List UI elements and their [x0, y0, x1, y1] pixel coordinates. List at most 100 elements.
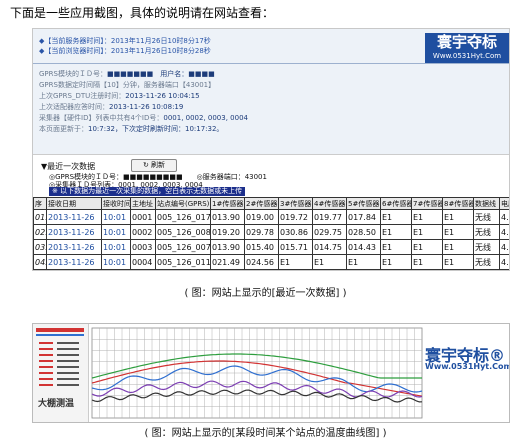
info-line: 本页面更新于：10:7:32，下次定时刷新时间：10:17:32。 [39, 125, 224, 133]
info-line: 上次GPRS_DTU注册时间：2013-11-26 10:04:15 [39, 92, 200, 100]
table-cell: 10:01 [101, 209, 131, 225]
column-header: 序 [33, 197, 47, 210]
caption-temperature-curve: ( 图：网站上显示的[某段时间某个站点的温度曲线图] ) [144, 428, 387, 439]
table-cell: 4.3 [499, 254, 509, 270]
logo-url: Www.0531Hyt.Com [425, 362, 510, 371]
table-cell: 029.78 [244, 224, 279, 240]
table-cell: 014.75 [312, 239, 347, 255]
table-cell: 2013-11-26 [46, 254, 102, 270]
column-header: 主地址 [130, 197, 156, 210]
info-line: GPRS数据定时间隔【10】分钟，服务器端口【43001】 [39, 81, 216, 89]
column-header: 2#传感器 [244, 197, 279, 210]
table-cell: 无线 [473, 224, 500, 240]
table-cell: 10:01 [101, 254, 131, 270]
table-cell: E1 [346, 254, 381, 270]
table-cell: E1 [411, 239, 443, 255]
table-cell: 019.00 [244, 209, 279, 225]
table-cell: E1 [380, 224, 412, 240]
table-cell: 005_126_017 [155, 209, 211, 225]
side-panel: 大棚测温 [33, 324, 89, 422]
table-cell: E1 [442, 254, 474, 270]
status-panel: ◆【当前服务器时间】：2013年11月26日10时8分17秒 ◆【当前浏览器时间… [33, 29, 509, 154]
info-line: 上次适配器应答时间：2013-11-26 10:08:19 [39, 103, 184, 111]
logo: 寰宇夺标 Www.0531Hyt.Com [425, 33, 509, 63]
table-cell: 2013-11-26 [46, 224, 102, 240]
logo-name: 寰宇夺标 [436, 33, 497, 51]
column-header: 5#传感器 [346, 197, 381, 210]
table-cell: E1 [442, 224, 474, 240]
table-row: 01. 2013-11-26 10:01 0001 005_126_017 013.90 0… [33, 209, 509, 225]
table-cell: 2013-11-26 [46, 239, 102, 255]
table-cell: 10:01 [101, 224, 131, 240]
table-cell: 015.71 [278, 239, 313, 255]
column-header: 4#传感器 [312, 197, 347, 210]
table-cell: 无线 [473, 209, 500, 225]
table-cell: 013.90 [210, 239, 245, 255]
table-cell: 019.72 [278, 209, 313, 225]
column-header: 6#传感器 [380, 197, 412, 210]
table-cell: E1 [411, 254, 443, 270]
table-cell: 0004 [130, 254, 156, 270]
table-cell: 4.3 [499, 209, 509, 225]
logo-url: Www.0531Hyt.Com [432, 52, 502, 60]
table-cell: 2013-11-26 [46, 209, 102, 225]
table-cell: 015.40 [244, 239, 279, 255]
table-cell: 无线 [473, 239, 500, 255]
table-cell: 019.20 [210, 224, 245, 240]
table-cell: 013.90 [210, 209, 245, 225]
table-cell: 0003 [130, 239, 156, 255]
table-cell: 无线 [473, 254, 500, 270]
info-line: GPRS模块的ＩＤ号：■■■■■■■ 用户名：■■■■ [39, 70, 215, 78]
table-cell: E1 [380, 209, 412, 225]
table-cell: 024.56 [244, 254, 279, 270]
recent-data-panel: ▼最近一次数据 ↻ 刷新 ◎GPRS模块的ＩＤ号：■■■■■■■■■ ◎服务器端… [33, 154, 509, 270]
table-cell: 0001 [130, 209, 156, 225]
table-cell: 01. [33, 209, 47, 225]
table-cell: E1 [380, 254, 412, 270]
info-line: 采集器【硬件ID】列表中共有4个ID号：0001, 0002, 0003, 00… [39, 114, 248, 122]
warning-banner: ※ 以下数据为最近一次采集的数据，空白表示无数据或未上传 [49, 187, 246, 196]
table-cell: E1 [380, 239, 412, 255]
table-cell: 019.77 [312, 209, 347, 225]
intro-text: 下面是一些应用截图，具体的说明请在网站查看： [10, 6, 275, 20]
column-header: 电压 [499, 197, 509, 210]
table-cell: 017.84 [346, 209, 381, 225]
table-cell: 005_126_011 [155, 254, 211, 270]
table-row: 03. 2013-11-26 10:01 0003 005_126_007 013.90 0… [33, 239, 509, 255]
table-cell: 030.86 [278, 224, 313, 240]
refresh-button[interactable]: ↻ 刷新 [131, 159, 177, 172]
table-cell: 029.75 [312, 224, 347, 240]
column-header: 站点编号(GPRS) [155, 197, 211, 210]
table-cell: 028.50 [346, 224, 381, 240]
side-title: 大棚测温 [38, 399, 75, 409]
browser-time: ◆【当前浏览器时间】：2013年11月26日10时8分28秒 [39, 47, 211, 55]
table-cell: 014.43 [346, 239, 381, 255]
latest-data-screenshot: ◆【当前服务器时间】：2013年11月26日10时8分17秒 ◆【当前浏览器时间… [32, 28, 510, 271]
data-table: 序 接收日期 接收时间 主地址 站点编号(GPRS) 1#传感器 2#传感器 3… [33, 197, 509, 270]
column-header: 7#传感器 [411, 197, 443, 210]
table-cell: 03. [33, 239, 47, 255]
table-cell: 4.3 [499, 239, 509, 255]
table-cell: E1 [442, 239, 474, 255]
table-header-row: 序 接收日期 接收时间 主地址 站点编号(GPRS) 1#传感器 2#传感器 3… [33, 197, 509, 210]
table-cell: 04. [33, 254, 47, 270]
table-cell: 0002 [130, 224, 156, 240]
recent-data-title[interactable]: ▼最近一次数据 [41, 161, 95, 172]
table-cell: E1 [442, 209, 474, 225]
table-cell: 02. [33, 224, 47, 240]
column-header: 1#传感器 [210, 197, 245, 210]
caption-latest-data: ( 图：网站上显示的[最近一次数据] ) [184, 288, 347, 299]
column-header: 8#传感器 [442, 197, 474, 210]
table-cell: E1 [411, 209, 443, 225]
table-cell: E1 [278, 254, 313, 270]
column-header: 接收日期 [46, 197, 102, 210]
table-cell: 005_126_008 [155, 224, 211, 240]
table-cell: E1 [312, 254, 347, 270]
table-cell: 4.3 [499, 224, 509, 240]
table-row: 02. 2013-11-26 10:01 0002 005_126_008 019.20 0… [33, 224, 509, 240]
column-header: 3#传感器 [278, 197, 313, 210]
column-header: 数据线 [473, 197, 500, 210]
divider [33, 63, 509, 64]
temperature-curve-screenshot: 大棚测温 寰宇夺标® Www.0531Hyt.Com [32, 323, 510, 423]
table-cell: 10:01 [101, 239, 131, 255]
